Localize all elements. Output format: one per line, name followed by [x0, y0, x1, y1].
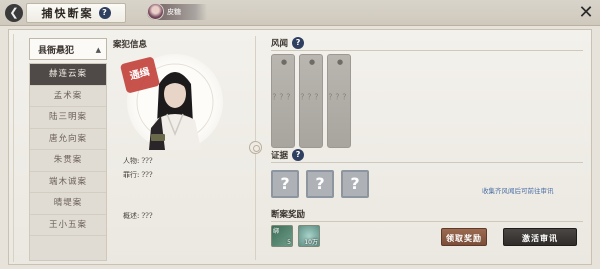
rewards-divider — [271, 221, 583, 222]
panel-border-ornament — [13, 34, 23, 262]
avatar[interactable] — [147, 3, 164, 20]
lock-icon: ● — [308, 58, 316, 66]
rumor-card[interactable]: ● ？？？ — [271, 54, 295, 148]
case-filter-label: 县衙悬犯 — [38, 45, 75, 56]
main-panel: 县衙悬犯 ▲ 赫连云案 孟术案 陆三明案 唐允向案 朱贯案 端木诚案 晴堤案 王… — [8, 29, 592, 265]
jade-item-icon[interactable]: 10万 — [298, 225, 320, 247]
title-plate: 捕快断案 ? — [26, 3, 126, 23]
rumor-text: ？？？ — [272, 93, 294, 101]
case-list-item[interactable]: 晴堤案 — [30, 193, 106, 215]
rumor-text: ？？？ — [300, 93, 322, 101]
rumors-divider — [271, 50, 583, 51]
back-arrow-icon[interactable]: ❮ — [5, 4, 23, 22]
divider-ornament — [249, 141, 262, 154]
close-icon[interactable]: ✕ — [576, 3, 596, 23]
top-bar: ❮ 捕快断案 ? 皮糖 ✕ — [0, 0, 600, 26]
question-icon[interactable]: ? — [98, 7, 111, 19]
summary-field: 概述:??? — [123, 211, 153, 221]
case-list-item-active[interactable]: 赫连云案 — [30, 64, 106, 86]
summary-label: 概述: — [123, 212, 140, 220]
question-icon[interactable]: ? — [292, 37, 305, 49]
page-title: 捕快断案 — [41, 7, 94, 20]
scroll-item-icon[interactable]: 绑 5 — [271, 225, 293, 247]
activate-interrogation-button[interactable]: 激活审讯 — [503, 228, 577, 246]
person-value: ??? — [141, 157, 153, 165]
crime-field: 罪行:??? — [123, 170, 153, 180]
crime-label: 罪行: — [123, 171, 140, 179]
case-info-title: 案犯信息 — [113, 40, 148, 50]
rumor-hint-text: 收集齐风闻后可前往审讯 — [482, 187, 554, 195]
reward-count: 5 — [287, 239, 291, 246]
case-list-column: 县衙悬犯 ▲ 赫连云案 孟术案 陆三明案 唐允向案 朱贯案 端木诚案 晴堤案 王… — [29, 38, 107, 262]
lock-icon: ● — [336, 58, 344, 66]
rumor-card[interactable]: ● ？？？ — [327, 54, 351, 148]
summary-value: ??? — [141, 212, 153, 220]
evidence-card[interactable]: ? — [306, 170, 334, 198]
rumor-card[interactable]: ● ？？？ — [299, 54, 323, 148]
case-list-item[interactable]: 陆三明案 — [30, 107, 106, 129]
case-list[interactable]: 赫连云案 孟术案 陆三明案 唐允向案 朱贯案 端木诚案 晴堤案 王小五案 — [29, 63, 107, 261]
chevron-up-icon: ▲ — [95, 44, 101, 54]
case-filter-dropdown[interactable]: 县衙悬犯 ▲ — [29, 38, 107, 60]
case-list-item[interactable]: 孟术案 — [30, 86, 106, 107]
evidence-title: 证据 — [271, 151, 289, 161]
case-list-item[interactable]: 朱贯案 — [30, 150, 106, 172]
evidence-divider — [271, 162, 583, 163]
person-label: 人物: — [123, 157, 140, 165]
bound-tag: 绑 — [273, 228, 280, 235]
crime-value: ??? — [141, 171, 153, 179]
claim-reward-button[interactable]: 领取奖励 — [441, 228, 487, 246]
case-list-item[interactable]: 唐允向案 — [30, 129, 106, 150]
rumors-header: 风闻 ? — [271, 37, 305, 49]
evidence-card[interactable]: ? — [271, 170, 299, 198]
person-field: 人物:??? — [123, 156, 153, 166]
player-name: 皮糖 — [167, 8, 181, 16]
player-tag: 皮糖 — [147, 3, 207, 20]
lock-icon: ● — [280, 58, 288, 66]
rewards-title: 断案奖励 — [271, 210, 306, 220]
question-icon[interactable]: ? — [292, 149, 305, 161]
rumor-text: ？？？ — [328, 93, 350, 101]
evidence-header: 证据 ? — [271, 149, 305, 161]
rumors-title: 风闻 — [271, 39, 289, 49]
reward-count: 10万 — [304, 239, 318, 246]
case-list-item[interactable]: 王小五案 — [30, 215, 106, 236]
evidence-card[interactable]: ? — [341, 170, 369, 198]
case-list-item[interactable]: 端木诚案 — [30, 172, 106, 193]
